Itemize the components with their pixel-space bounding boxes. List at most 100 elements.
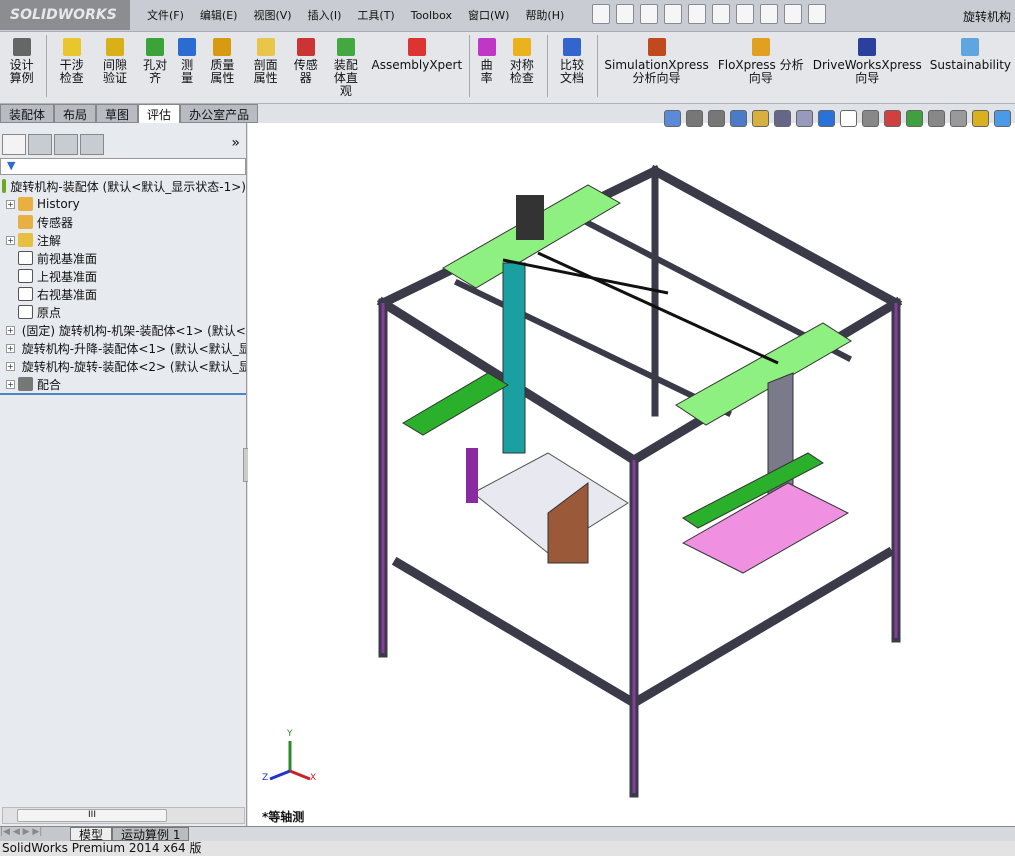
expand-icon[interactable]: + xyxy=(6,325,15,335)
tree-item[interactable]: + 注解 xyxy=(0,231,246,249)
ribbon-button[interactable]: DriveWorksXpress 向导 xyxy=(809,32,926,85)
tab-0[interactable]: 装配体 xyxy=(0,104,55,123)
ribbon-button[interactable]: FloXpress 分析向导 xyxy=(713,32,809,85)
ribbon-button[interactable]: 对称检查 xyxy=(500,32,543,85)
propertymanager-icon[interactable] xyxy=(28,134,52,155)
horizontal-scrollbar[interactable]: III xyxy=(2,807,245,824)
graphics-area[interactable]: Y Z X *等轴测 xyxy=(248,123,1015,826)
tree-item[interactable]: + 旋转机构-旋转-装配体<2> (默认<默认_显示状态-1>) xyxy=(0,357,246,375)
filter-icon[interactable]: ▼ xyxy=(0,158,246,175)
view-tool-11-icon[interactable] xyxy=(906,110,923,127)
configurationmanager-icon[interactable] xyxy=(54,134,78,155)
ribbon-button[interactable]: 比较文档 xyxy=(550,32,593,85)
menu-item[interactable]: 编辑(E) xyxy=(193,7,245,23)
tab-2[interactable]: 草图 xyxy=(96,104,139,123)
view-tool-13-icon[interactable] xyxy=(950,110,967,127)
undo-icon[interactable] xyxy=(712,4,730,24)
tree-item[interactable]: + 配合 xyxy=(0,375,246,393)
tree-connector[interactable] xyxy=(6,272,15,281)
view-tool-9-icon[interactable] xyxy=(862,110,879,127)
tree-connector[interactable] xyxy=(6,254,15,263)
view-tool-8-icon[interactable] xyxy=(840,110,857,127)
menu-item[interactable]: 帮助(H) xyxy=(518,7,571,23)
view-tool-1-icon[interactable] xyxy=(686,110,703,127)
view-tool-3-icon[interactable] xyxy=(730,110,747,127)
expand-icon[interactable]: + xyxy=(6,379,15,389)
ribbon-button-label: DriveWorksXpress 向导 xyxy=(812,58,922,85)
tree-item[interactable]: 传感器 xyxy=(0,213,246,231)
tab-4[interactable]: 办公室产品 xyxy=(180,104,259,123)
view-tool-7-icon[interactable] xyxy=(818,110,835,127)
view-tool-5-icon[interactable] xyxy=(774,110,791,127)
expand-icon[interactable]: + xyxy=(6,343,15,353)
tree-item[interactable]: 上视基准面 xyxy=(0,267,246,285)
bottom-tab-0[interactable]: 模型 xyxy=(70,827,113,842)
menu-item[interactable]: 插入(I) xyxy=(301,7,349,23)
tree-item[interactable]: + 旋转机构-升降-装配体<1> (默认<默认_显示状态-1>) xyxy=(0,339,246,357)
save-icon[interactable] xyxy=(664,4,682,24)
featuremanager-icon[interactable] xyxy=(2,134,26,155)
tab-1[interactable]: 布局 xyxy=(54,104,97,123)
ribbon-button[interactable]: 装配体直观 xyxy=(324,32,367,98)
view-tool-10-icon[interactable] xyxy=(884,110,901,127)
ribbon-button[interactable]: 测量 xyxy=(174,32,201,85)
menu-item[interactable]: 窗口(W) xyxy=(461,7,516,23)
expand-icon[interactable]: + xyxy=(6,235,15,245)
print-icon[interactable] xyxy=(688,4,706,24)
bottom-tab-1[interactable]: 运动算例 1 xyxy=(112,827,190,842)
file-properties-icon[interactable] xyxy=(808,4,826,24)
tree-item-label: 原点 xyxy=(37,305,62,320)
tree-connector[interactable] xyxy=(6,308,15,317)
menu-item[interactable]: 工具(T) xyxy=(350,7,401,23)
new-document-icon[interactable] xyxy=(616,4,634,24)
ribbon-button[interactable]: 干涉检查 xyxy=(50,32,93,85)
options-icon[interactable] xyxy=(784,4,802,24)
view-tool-2-icon[interactable] xyxy=(708,110,725,127)
select-icon[interactable] xyxy=(736,4,754,24)
view-tool-14-icon[interactable] xyxy=(972,110,989,127)
feature-tree: 旋转机构-装配体 (默认<默认_显示状态-1>) + History 传感器 + 注解 前视… xyxy=(0,177,246,395)
tree-item[interactable]: + History xyxy=(0,195,246,213)
tree-connector[interactable] xyxy=(6,218,15,227)
tree-item[interactable]: 旋转机构-装配体 (默认<默认_显示状态-1>) xyxy=(0,177,246,195)
tree-item[interactable]: 原点 xyxy=(0,303,246,321)
ribbon-button[interactable]: SimulationXpress 分析向导 xyxy=(600,32,712,85)
rebuild-icon[interactable] xyxy=(760,4,778,24)
view-tool-6-icon[interactable] xyxy=(796,110,813,127)
ribbon-button[interactable]: 孔对齐 xyxy=(137,32,174,85)
ribbon-button-label: SimulationXpress 分析向导 xyxy=(604,58,709,85)
比较文档-icon xyxy=(562,38,581,56)
expand-icon[interactable]: + xyxy=(6,361,15,371)
solidworks-logo[interactable]: SOLIDWORKS xyxy=(0,0,130,30)
view-tool-12-icon[interactable] xyxy=(928,110,945,127)
tree-item[interactable]: 前视基准面 xyxy=(0,249,246,267)
ribbon-button[interactable]: 剖面属性 xyxy=(244,32,287,85)
ribbon-button[interactable]: 间隙验证 xyxy=(93,32,136,85)
ribbon-button[interactable]: 传感器 xyxy=(287,32,324,85)
motor xyxy=(516,195,544,240)
view-tool-0-icon[interactable] xyxy=(664,110,681,127)
曲率-icon xyxy=(477,38,496,56)
tab-3[interactable]: 评估 xyxy=(138,104,181,123)
open-icon[interactable] xyxy=(640,4,658,24)
tree-item[interactable]: 右视基准面 xyxy=(0,285,246,303)
ribbon-button[interactable]: AssemblyXpert xyxy=(367,32,466,72)
scroll-thumb[interactable]: III xyxy=(17,809,167,822)
menu-item[interactable]: 视图(V) xyxy=(246,7,298,23)
view-tool-4-icon[interactable] xyxy=(752,110,769,127)
expand-panel-button[interactable]: » xyxy=(231,135,240,151)
displaymanager-icon[interactable] xyxy=(80,134,104,155)
ribbon-button[interactable]: Sustainability xyxy=(926,32,1015,72)
tree-item[interactable]: + (固定) 旋转机构-机架-装配体<1> (默认<默认_显示状态-1>) xyxy=(0,321,246,339)
ribbon-button[interactable]: 质量属性 xyxy=(201,32,244,85)
ribbon-button[interactable]: 曲率 xyxy=(473,32,500,85)
menu-item[interactable]: Toolbox xyxy=(404,9,459,22)
ribbon-button[interactable]: 设计算例 xyxy=(0,32,43,85)
pin-icon[interactable] xyxy=(592,4,610,24)
tree-connector[interactable] xyxy=(6,290,15,299)
menu-bar: 文件(F) 编辑(E) 视图(V) 插入(I) 工具(T) Toolbox 窗口(W) 帮助(… xyxy=(140,0,571,30)
view-tool-15-icon[interactable] xyxy=(994,110,1011,127)
expand-icon[interactable]: + xyxy=(6,199,15,209)
tab-scroll-buttons[interactable]: |◀ ◀ ▶ ▶| xyxy=(0,827,70,841)
menu-item[interactable]: 文件(F) xyxy=(140,7,191,23)
